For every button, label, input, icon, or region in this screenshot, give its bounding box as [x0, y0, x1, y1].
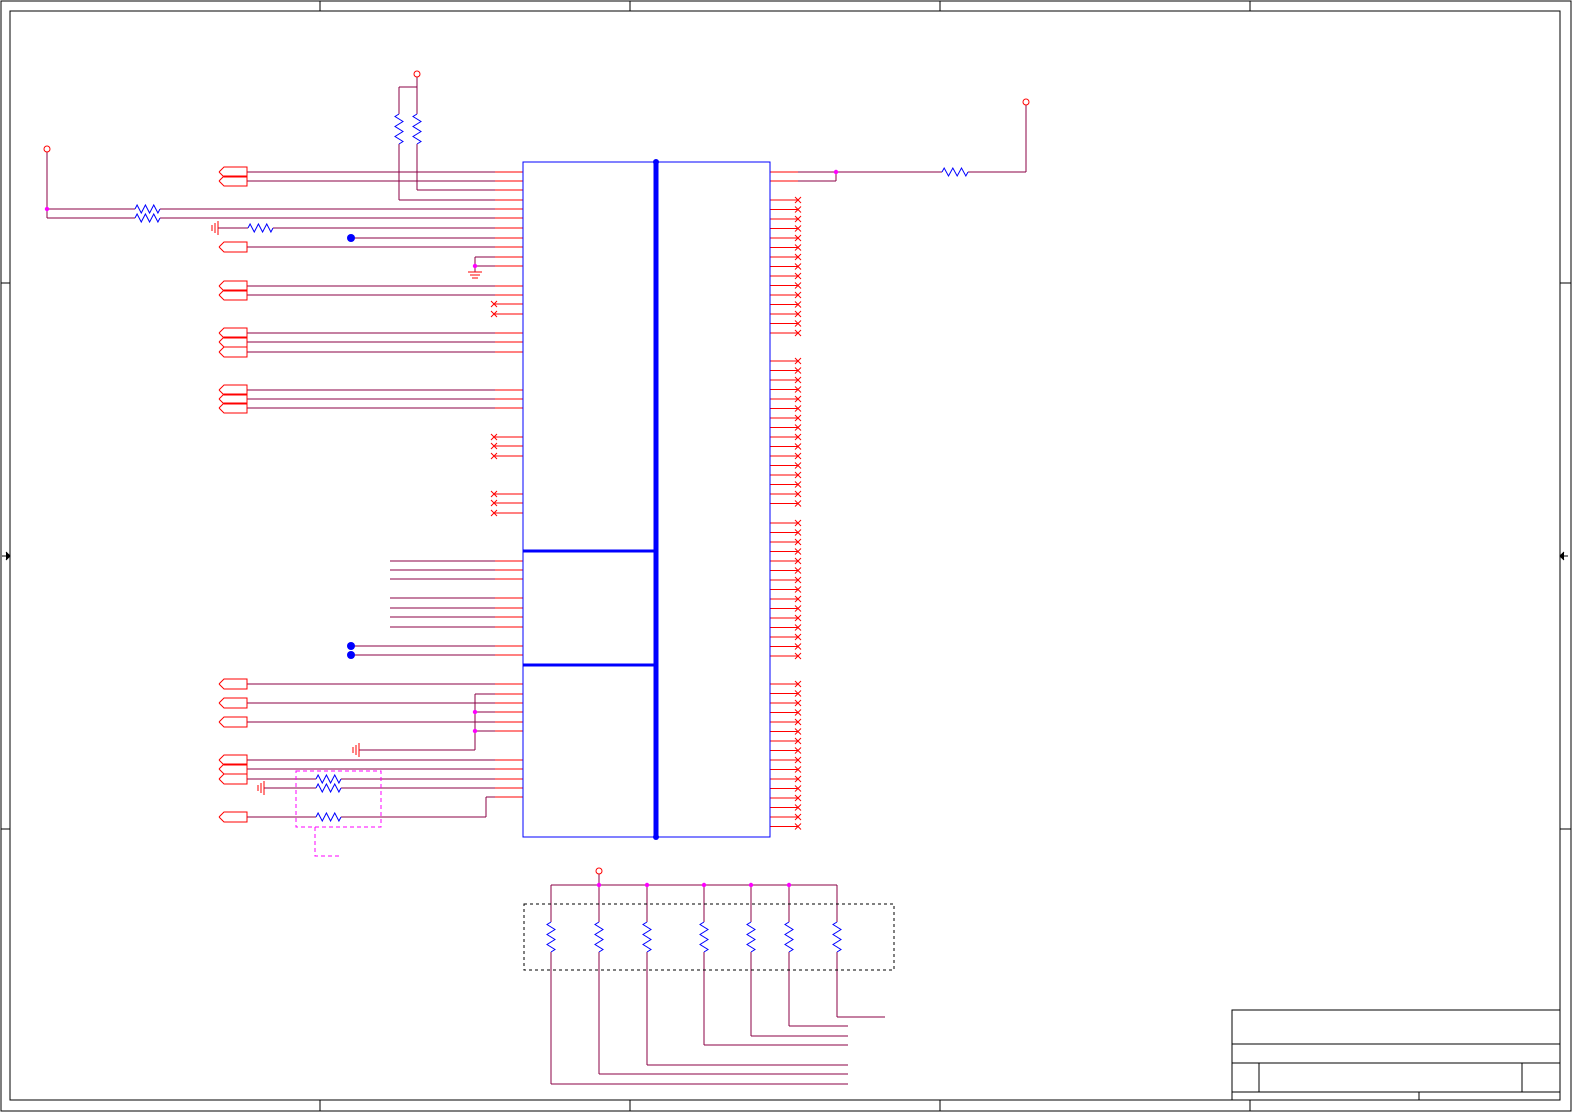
- test-point: [347, 651, 355, 659]
- bus-end: [653, 159, 659, 165]
- test-point: [347, 642, 355, 650]
- junction-dot: [472, 263, 478, 269]
- test-point: [347, 234, 355, 242]
- junction-dot: [644, 882, 650, 888]
- junction-dot: [786, 882, 792, 888]
- junction-dot: [472, 709, 478, 715]
- junction-dot: [701, 882, 707, 888]
- schematic-sheet: [0, 0, 1572, 1112]
- junction-dot: [596, 882, 602, 888]
- junction-dot: [472, 728, 478, 734]
- junction-dot: [748, 882, 754, 888]
- junction-dot: [833, 169, 839, 175]
- junction-dot: [44, 206, 50, 212]
- bus-end: [653, 834, 659, 840]
